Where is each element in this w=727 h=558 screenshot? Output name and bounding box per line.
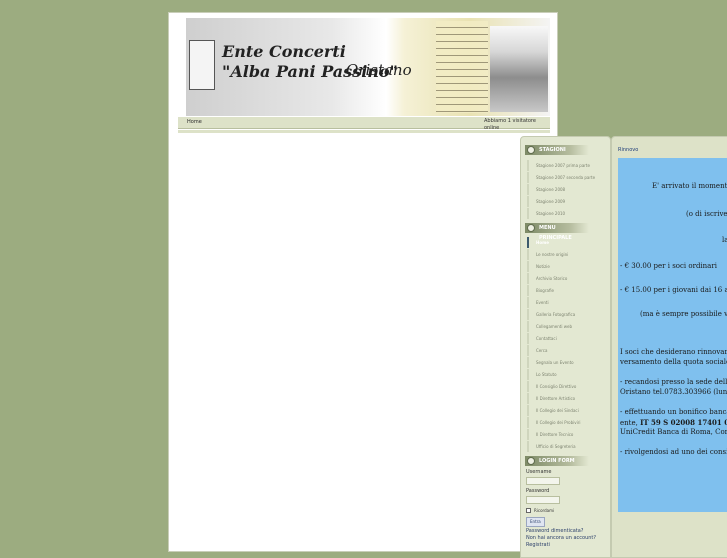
top-home-link[interactable]: Home — [187, 119, 202, 125]
article-line: - rivolgendosi ad uno dei consigl — [620, 448, 727, 456]
menu-item-home[interactable]: Home — [527, 237, 607, 248]
menu-item[interactable]: Eventi — [527, 297, 607, 308]
menu-item[interactable]: Il Direttore Tecnico — [527, 429, 607, 440]
tower-image — [490, 26, 548, 112]
stagioni-item[interactable]: Stagione 2007 seconda parte — [527, 172, 607, 183]
menu-item[interactable]: Archivio Storico — [527, 273, 607, 284]
article-line: (o di iscriver — [686, 210, 727, 218]
menu-item[interactable]: Contattaci — [527, 333, 607, 344]
menu-item[interactable]: Il Collegio dei Sindaci — [527, 405, 607, 416]
menu-item[interactable]: Il Direttore Artistico — [527, 393, 607, 404]
menu-item[interactable]: Segnala un Evento — [527, 357, 607, 368]
site-banner: Ente Concerti "Alba Pani Passino" Orista… — [186, 18, 550, 116]
stagioni-title: STAGIONI — [539, 147, 566, 153]
cog-icon — [527, 146, 535, 154]
article-body: E' arrivato il momento (o di iscriver la… — [618, 158, 727, 512]
username-label: Username — [526, 469, 552, 475]
main-content: Rinnovo E' arrivato il momento (o di isc… — [611, 136, 727, 558]
password-input[interactable] — [526, 496, 560, 504]
article-line: I soci che desiderano rinnovare l — [620, 348, 727, 356]
login-button[interactable]: Entra — [526, 517, 545, 527]
article-line: - € 30.00 per i soci ordinari — [620, 262, 717, 270]
menu-item[interactable]: Collegamenti web — [527, 321, 607, 332]
stagioni-item[interactable]: Stagione 2008 — [527, 184, 607, 195]
username-input[interactable] — [526, 477, 560, 485]
article-line: ente, IT 59 S 02008 17401 00040 — [620, 418, 727, 428]
divider-bar — [178, 130, 550, 133]
article-line: (ma è sempre possibile ver — [640, 310, 727, 318]
article-title[interactable]: Rinnovo — [618, 147, 638, 153]
register-link[interactable]: Registrati — [526, 542, 550, 548]
music-score-image — [436, 21, 488, 113]
password-label: Password — [526, 488, 550, 494]
menu-item[interactable]: Cerca — [527, 345, 607, 356]
menu-item-label: Home — [536, 240, 549, 245]
menu-item[interactable]: Biografie — [527, 285, 607, 296]
menu-item[interactable]: Galleria Fotografica — [527, 309, 607, 320]
menu-item[interactable]: Lo Statuto — [527, 369, 607, 380]
login-title: LOGIN FORM — [539, 458, 575, 464]
article-line: - recandosi presso la sede dell'en — [620, 378, 727, 386]
menu-item[interactable]: Il Collegio dei Probiviri — [527, 417, 607, 428]
article-line: la — [722, 236, 727, 244]
top-menu-bar: Home Abbiamo 1 visitatore online — [178, 117, 550, 131]
article-line-prefix: ente, — [620, 419, 641, 427]
menu-principale-header: MENU PRINCIPALE — [525, 223, 589, 241]
remember-checkbox[interactable] — [526, 508, 531, 513]
stagioni-item[interactable]: Stagione 2009 — [527, 196, 607, 207]
left-sidebar: STAGIONI Stagione 2007 prima parte Stagi… — [520, 136, 611, 558]
menu-item[interactable]: Ufficio di Segreteria — [527, 441, 607, 452]
stagioni-header: STAGIONI — [525, 145, 589, 155]
remember-label: Ricordami — [534, 508, 555, 513]
flower-logo-icon — [189, 40, 215, 90]
cog-icon — [527, 224, 535, 232]
article-line: versamento della quota sociale, a — [620, 358, 727, 366]
banner-city: Oristano — [346, 61, 412, 79]
menu-item[interactable]: Le nostre origini — [527, 249, 607, 260]
menu-item[interactable]: Notizie — [527, 261, 607, 272]
page-container: Ente Concerti "Alba Pani Passino" Orista… — [168, 12, 558, 552]
cog-icon — [527, 457, 535, 465]
menu-item[interactable]: Il Consiglio Direttivo — [527, 381, 607, 392]
article-line: UniCredit Banca di Roma, Corso — [620, 428, 727, 436]
article-line: - effettuando un bonifico bancari — [620, 408, 727, 416]
article-line: Oristano tel.0783.303966 (lun - m — [620, 388, 727, 396]
iban-text: IT 59 S 02008 17401 00040 — [640, 418, 727, 427]
forgot-password-link[interactable]: Password dimenticata? — [526, 528, 583, 534]
article-line: - € 15.00 per i giovani dai 16 ai 1 — [620, 286, 727, 294]
article-line: E' arrivato il momento — [652, 182, 727, 190]
stagioni-item[interactable]: Stagione 2007 prima parte — [527, 160, 607, 171]
no-account-link[interactable]: Non hai ancora un account? — [526, 535, 596, 541]
login-header: LOGIN FORM — [525, 456, 589, 466]
stagioni-item[interactable]: Stagione 2010 — [527, 208, 607, 219]
